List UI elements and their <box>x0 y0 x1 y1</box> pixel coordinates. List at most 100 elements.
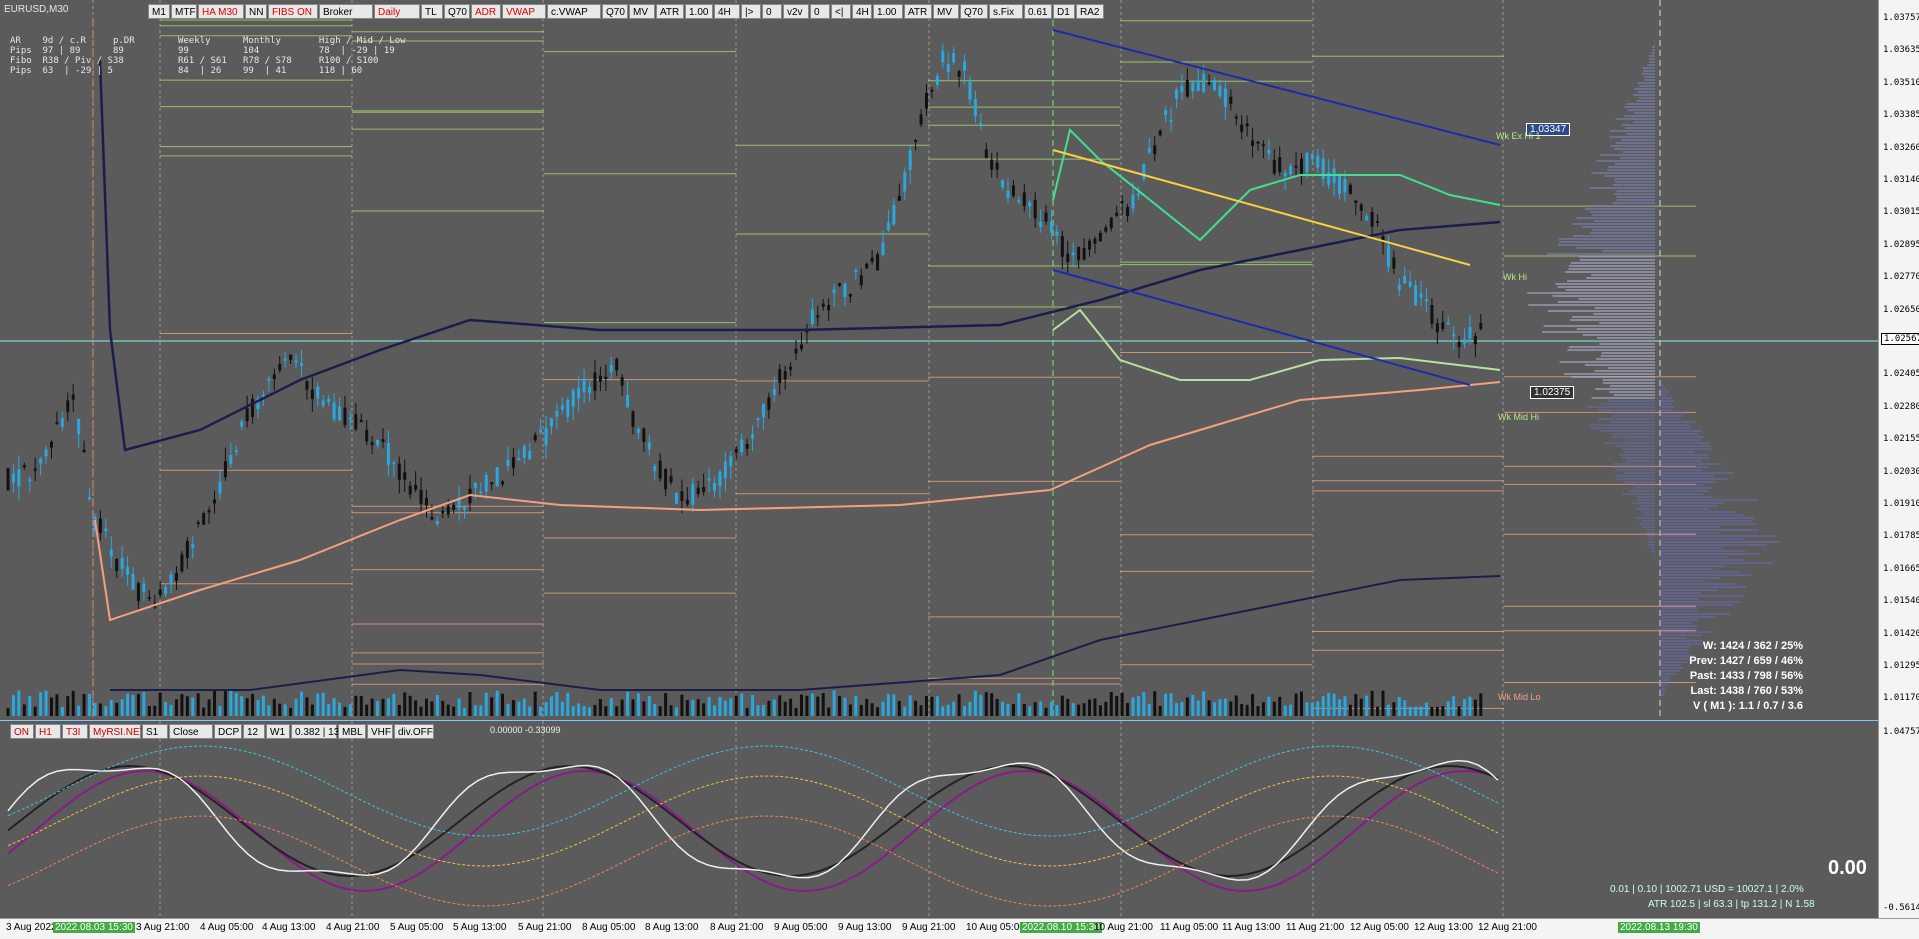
price-chart[interactable]: EURUSD,M30 M1 MTF HA M30 NN FIBS ON Broker Dai… <box>0 0 1878 718</box>
osc-btn-6[interactable]: DCP <box>214 724 242 739</box>
osc-btn-2[interactable]: T3I <box>62 724 88 739</box>
toolbar-btn-4[interactable]: FIBS ON <box>268 4 318 19</box>
x-tick: 2022.08.10 15:30 <box>1020 922 1102 933</box>
toolbar-btn-12[interactable]: Q70 <box>602 4 628 19</box>
y-tick: 1.02895 <box>1883 239 1919 250</box>
info-line: Fibo R38 / Piv / S38 R61 / S61 R78 / S78… <box>10 56 379 66</box>
y-tick: 1.01665 <box>1883 563 1919 574</box>
y-tick: 1.02650 <box>1883 304 1919 315</box>
y-tick: 1.03385 <box>1883 110 1919 121</box>
toolbar-btn-5[interactable]: Broker <box>319 4 373 19</box>
toolbar-btn-24[interactable]: ATR <box>904 4 932 19</box>
osc-btn-1[interactable]: H1 <box>35 724 61 739</box>
x-tick: 4 Aug 21:00 <box>326 922 380 933</box>
x-tick: 5 Aug 13:00 <box>453 922 507 933</box>
y-tick: 1.02405 <box>1883 369 1919 380</box>
x-tick: 12 Aug 21:00 <box>1478 922 1537 933</box>
symbol-label: EURUSD,M30 <box>4 4 69 15</box>
toolbar-btn-23[interactable]: 1.00 <box>873 4 903 19</box>
toolbar-btn-7[interactable]: TL <box>421 4 443 19</box>
osc-btn-0[interactable]: ON <box>10 724 34 739</box>
x-tick: 3 Aug 21:00 <box>136 922 190 933</box>
y-tick: 1.01420 <box>1883 628 1919 639</box>
x-tick: 2022.08.03 15:30 <box>53 922 135 933</box>
info-line: Pips 63 | -29 | 5 84 | 26 99 | 41 118 | … <box>10 66 363 76</box>
toolbar-btn-11[interactable]: c.VWAP <box>547 4 601 19</box>
y-tick: 1.01170 <box>1883 693 1919 704</box>
toolbar-btn-17[interactable]: |> <box>741 4 761 19</box>
x-tick: 11 Aug 21:00 <box>1286 922 1345 933</box>
osc-btn-12[interactable]: div.OFF <box>394 724 434 739</box>
toolbar-btn-30[interactable]: RA2 <box>1076 4 1104 19</box>
osc-btn-4[interactable]: S1 <box>142 724 168 739</box>
x-tick: 11 Aug 13:00 <box>1222 922 1281 933</box>
y-tick: 1.02155 <box>1883 434 1919 445</box>
x-tick: 5 Aug 05:00 <box>390 922 444 933</box>
toolbar-btn-10[interactable]: VWAP <box>502 4 546 19</box>
osc-btn-3[interactable]: MyRSI.NET <box>89 724 146 739</box>
info-line: AR 9d / c.R p.DR Weekly Monthly High / M… <box>10 36 406 46</box>
x-tick: 10 Aug 21:00 <box>1094 922 1153 933</box>
label-wk-ex-hi: Wk Ex Hi 1 <box>1496 131 1541 141</box>
y-tick: 1.01910 <box>1883 499 1919 509</box>
stats-line: W: 1424 / 362 / 25% <box>1702 640 1803 652</box>
toolbar-btn-0[interactable]: M1 <box>148 4 170 19</box>
price-axis[interactable]: 1.03757 1.03635 1.03510 1.03385 1.03260 1.031… <box>1878 0 1919 918</box>
label-wk-hi: Wk Hi <box>1503 272 1527 282</box>
toolbar-btn-13[interactable]: MV <box>629 4 655 19</box>
x-tick: 11 Aug 05:00 <box>1160 922 1219 933</box>
y-tick: 1.03015 <box>1883 207 1919 218</box>
osc-btn-10[interactable]: MBL <box>338 724 366 739</box>
toolbar-btn-3[interactable]: NN <box>245 4 267 19</box>
toolbar-btn-1[interactable]: MTF <box>171 4 197 19</box>
osc-y-tick: 1.04757 <box>1883 727 1919 737</box>
label-wk-mid-lo: Wk Mid Lo <box>1498 692 1541 702</box>
y-tick: 1.02280 <box>1883 401 1919 412</box>
toolbar-btn-16[interactable]: 4H <box>714 4 740 19</box>
stats-line: Prev: 1427 / 659 / 46% <box>1689 655 1803 667</box>
toolbar-btn-14[interactable]: ATR <box>656 4 684 19</box>
toolbar-btn-29[interactable]: D1 <box>1053 4 1075 19</box>
toolbar-btn-28[interactable]: 0.61 <box>1024 4 1052 19</box>
osc-btn-8[interactable]: W1 <box>266 724 290 739</box>
x-tick: 9 Aug 05:00 <box>774 922 828 933</box>
x-tick: 10 Aug 05:00 <box>966 922 1025 933</box>
y-tick: 1.02770 <box>1883 272 1919 283</box>
x-tick: 4 Aug 13:00 <box>262 922 316 933</box>
osc-y-tick: -0.56142 <box>1883 903 1919 913</box>
y-tick: 1.03757 <box>1883 13 1919 23</box>
price-chart-canvas <box>0 0 1878 718</box>
x-tick: 12 Aug 13:00 <box>1414 922 1473 933</box>
oscillator-canvas <box>7 721 1504 916</box>
toolbar-btn-21[interactable]: <| <box>831 4 851 19</box>
toolbar-btn-19[interactable]: v2v <box>783 4 809 19</box>
oscillator-values: 0.00000 -0.33099 <box>490 725 561 735</box>
y-tick: 1.03635 <box>1883 45 1919 56</box>
x-tick: 8 Aug 05:00 <box>582 922 636 933</box>
toolbar-btn-6[interactable]: Daily <box>374 4 420 19</box>
toolbar-btn-9[interactable]: ADR <box>471 4 501 19</box>
toolbar-btn-20[interactable]: 0 <box>810 4 830 19</box>
toolbar-btn-15[interactable]: 1.00 <box>685 4 713 19</box>
label-wk-mid-hi: Wk Mid Hi <box>1498 412 1539 422</box>
osc-btn-5[interactable]: Close <box>169 724 213 739</box>
y-tick: 1.03510 <box>1883 77 1919 88</box>
osc-btn-11[interactable]: VHF <box>367 724 393 739</box>
osc-btn-7[interactable]: 12 <box>243 724 265 739</box>
x-tick: 12 Aug 05:00 <box>1350 922 1409 933</box>
x-tick: 8 Aug 21:00 <box>710 922 764 933</box>
osc-btn-9[interactable]: 0.382 | 13 <box>291 724 339 739</box>
x-tick: 8 Aug 13:00 <box>645 922 699 933</box>
x-tick: 5 Aug 21:00 <box>518 922 572 933</box>
toolbar-btn-8[interactable]: Q70 <box>444 4 470 19</box>
toolbar-btn-25[interactable]: MV <box>933 4 959 19</box>
toolbar-btn-18[interactable]: 0 <box>762 4 782 19</box>
toolbar-btn-22[interactable]: 4H <box>852 4 872 19</box>
toolbar-btn-2[interactable]: HA M30 <box>198 4 244 19</box>
oscillator-panel[interactable]: ON H1 T3I MyRSI.NET S1 Close DCP 12 W1 0.382 | 13… <box>0 720 1878 916</box>
time-axis[interactable]: 3 Aug 2022 2022.08.03 15:30 3 Aug 21:00 4 A… <box>0 918 1919 939</box>
y-tick: 1.03140 <box>1883 175 1919 185</box>
toolbar-btn-26[interactable]: Q70 <box>960 4 988 19</box>
toolbar-btn-27[interactable]: s.Fix <box>989 4 1023 19</box>
x-tick: 2022.08.13 19:30 <box>1618 922 1700 933</box>
